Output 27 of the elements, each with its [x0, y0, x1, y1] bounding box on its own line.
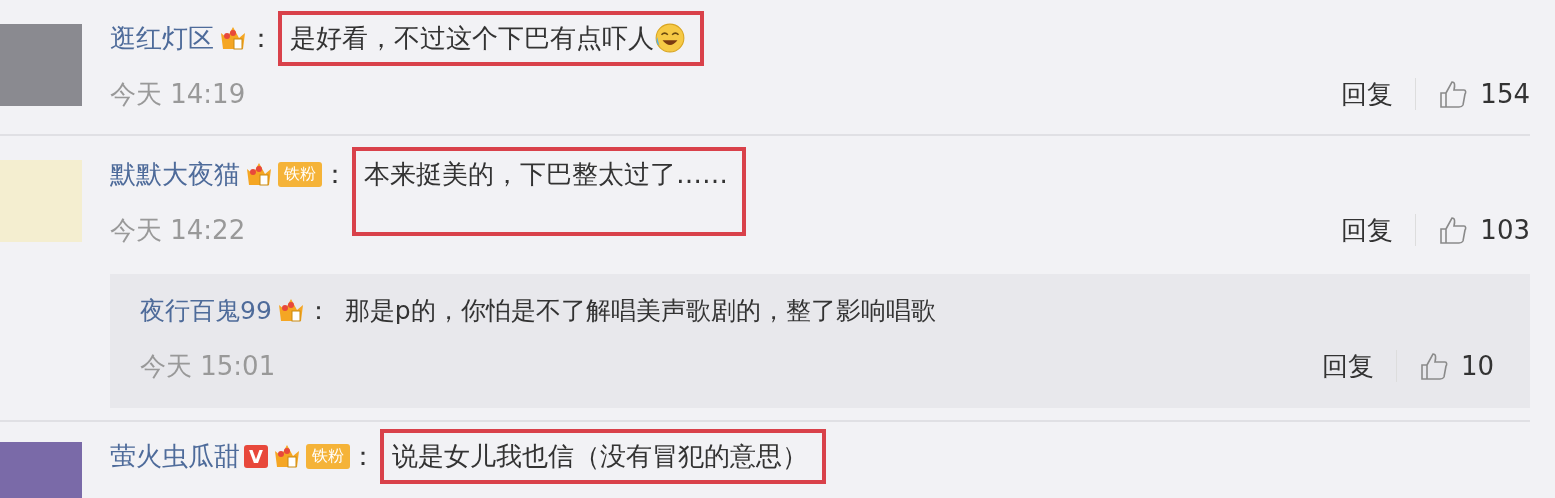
comment-time: 今天 14:19 [110, 77, 246, 111]
colon: ： [248, 21, 274, 55]
comment-time: 今天 14:22 [110, 213, 246, 247]
comment-time: 今天 15:01 [140, 349, 276, 383]
colon: ： [322, 157, 348, 191]
user-name[interactable]: 萤火虫瓜甜 [110, 438, 240, 474]
user-name[interactable]: 夜行百鬼99 [140, 293, 272, 327]
comment-text: 本来挺美的，下巴整太过了…… [364, 157, 728, 191]
colon: ： [349, 439, 376, 473]
comment-text: 那是p的，你怕是不了解唱美声歌剧的，整了影响唱歌 [343, 294, 937, 327]
user-name[interactable]: 逛红灯区 [110, 20, 214, 56]
like-count: 10 [1460, 351, 1494, 381]
reply-link[interactable]: 回复 [1341, 212, 1394, 248]
thumbs-up-icon[interactable] [1418, 351, 1449, 381]
fan-badge: 铁粉 [278, 161, 322, 187]
verified-badge: V [244, 444, 268, 468]
comment-text: 是好看，不过这个下巴有点吓人 [290, 21, 654, 55]
thumbs-up-icon[interactable] [1438, 215, 1469, 245]
thumbs-up-icon[interactable] [1438, 79, 1469, 109]
reply-link[interactable]: 回复 [1321, 348, 1374, 384]
fan-badge: 铁粉 [305, 443, 350, 469]
like-count: 154 [1480, 79, 1530, 109]
user-name[interactable]: 默默大夜猫 [110, 156, 240, 192]
reply-link[interactable]: 回复 [1341, 76, 1394, 112]
comment-text: 说是女儿我也信（没有冒犯的意思） [391, 439, 808, 473]
colon: ： [305, 294, 331, 327]
like-count: 103 [1480, 215, 1530, 245]
